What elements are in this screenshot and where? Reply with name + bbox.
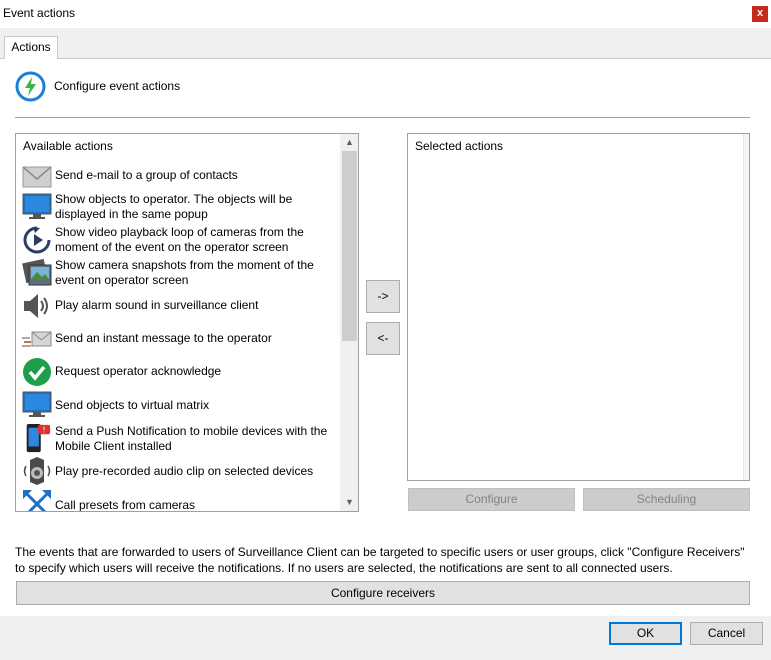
list-item[interactable]: Send e-mail to a group of contacts bbox=[22, 162, 340, 190]
scheduling-button[interactable]: Scheduling bbox=[583, 488, 750, 511]
list-item-label: Send e-mail to a group of contacts bbox=[55, 168, 238, 182]
audio-device-icon bbox=[23, 457, 51, 485]
mobile-notification-icon: ! bbox=[26, 423, 51, 453]
monitor-icon bbox=[22, 391, 52, 417]
list-item[interactable]: Show camera snapshots from the moment of… bbox=[22, 258, 340, 288]
list-item-label: moment of the event on the operator scre… bbox=[55, 240, 289, 254]
list-item[interactable]: Show objects to operator. The objects wi… bbox=[22, 192, 340, 222]
available-actions-scrollbar[interactable]: ▲ ▼ bbox=[340, 134, 358, 511]
list-item-label: Mobile Client installed bbox=[55, 439, 172, 453]
list-item-label: displayed in the same popup bbox=[55, 207, 208, 221]
envelope-icon bbox=[22, 166, 52, 188]
configure-receivers-button[interactable]: Configure receivers bbox=[16, 581, 750, 605]
selected-actions-list[interactable]: Selected actions bbox=[407, 133, 750, 481]
window-title: Event actions bbox=[3, 6, 76, 20]
ok-button[interactable]: OK bbox=[609, 622, 682, 645]
tab-actions[interactable]: Actions bbox=[4, 36, 58, 59]
list-item[interactable]: Send an instant message to the operator bbox=[22, 324, 340, 354]
list-item[interactable]: Send objects to virtual matrix bbox=[22, 390, 340, 420]
lightning-bolt-icon bbox=[15, 71, 46, 102]
remove-action-button[interactable]: <- bbox=[366, 322, 400, 355]
list-item[interactable]: Request operator acknowledge bbox=[22, 357, 340, 387]
list-item-label: Send objects to virtual matrix bbox=[55, 398, 210, 412]
cancel-button[interactable]: Cancel bbox=[690, 622, 763, 645]
list-item-label: Show camera snapshots from the moment of… bbox=[55, 258, 314, 272]
monitor-icon bbox=[22, 193, 52, 219]
presets-icon bbox=[23, 490, 51, 511]
speaker-icon bbox=[24, 294, 48, 318]
scroll-down-icon[interactable]: ▼ bbox=[340, 494, 358, 511]
selected-actions-heading: Selected actions bbox=[415, 139, 504, 153]
list-item[interactable]: Call presets from cameras bbox=[22, 489, 340, 512]
list-item-label: Call presets from cameras bbox=[55, 498, 196, 512]
list-item-label: Play pre-recorded audio clip on selected… bbox=[55, 464, 314, 478]
available-actions-list[interactable]: Available actions Send e-mail to a group… bbox=[15, 133, 359, 512]
list-item-label: Send a Push Notification to mobile devic… bbox=[55, 424, 328, 438]
title-bar: Event actions x bbox=[0, 0, 771, 28]
receivers-info-text: The events that are forwarded to users o… bbox=[15, 545, 745, 575]
list-item-label: event on operator screen bbox=[55, 273, 189, 287]
list-item-label: Play alarm sound in surveillance client bbox=[55, 298, 259, 312]
add-action-button[interactable]: -> bbox=[366, 280, 400, 313]
page-title: Configure event actions bbox=[54, 79, 181, 93]
check-circle-icon bbox=[23, 358, 51, 386]
available-actions-heading: Available actions bbox=[23, 139, 113, 153]
configure-button[interactable]: Configure bbox=[408, 488, 575, 511]
list-item[interactable]: ! Send a Push Notification to mobile dev… bbox=[22, 423, 340, 455]
divider bbox=[15, 117, 750, 118]
scroll-up-icon[interactable]: ▲ bbox=[340, 134, 358, 151]
snapshot-icon bbox=[22, 258, 52, 286]
svg-text:!: ! bbox=[43, 425, 46, 434]
list-item[interactable]: Show video playback loop of cameras from… bbox=[22, 225, 340, 255]
list-item-label: Send an instant message to the operator bbox=[55, 331, 272, 345]
list-item-label: Request operator acknowledge bbox=[55, 364, 222, 378]
close-button[interactable]: x bbox=[752, 6, 768, 22]
playback-loop-icon bbox=[23, 226, 51, 254]
list-item-label: Show video playback loop of cameras from… bbox=[55, 225, 304, 239]
scrollbar-thumb[interactable] bbox=[342, 151, 357, 341]
list-item[interactable]: Play alarm sound in surveillance client bbox=[22, 291, 340, 321]
selected-actions-scrollbar bbox=[743, 134, 749, 480]
instant-message-icon bbox=[22, 331, 52, 347]
list-item[interactable]: Play pre-recorded audio clip on selected… bbox=[22, 456, 340, 486]
list-item-label: Show objects to operator. The objects wi… bbox=[55, 192, 293, 206]
